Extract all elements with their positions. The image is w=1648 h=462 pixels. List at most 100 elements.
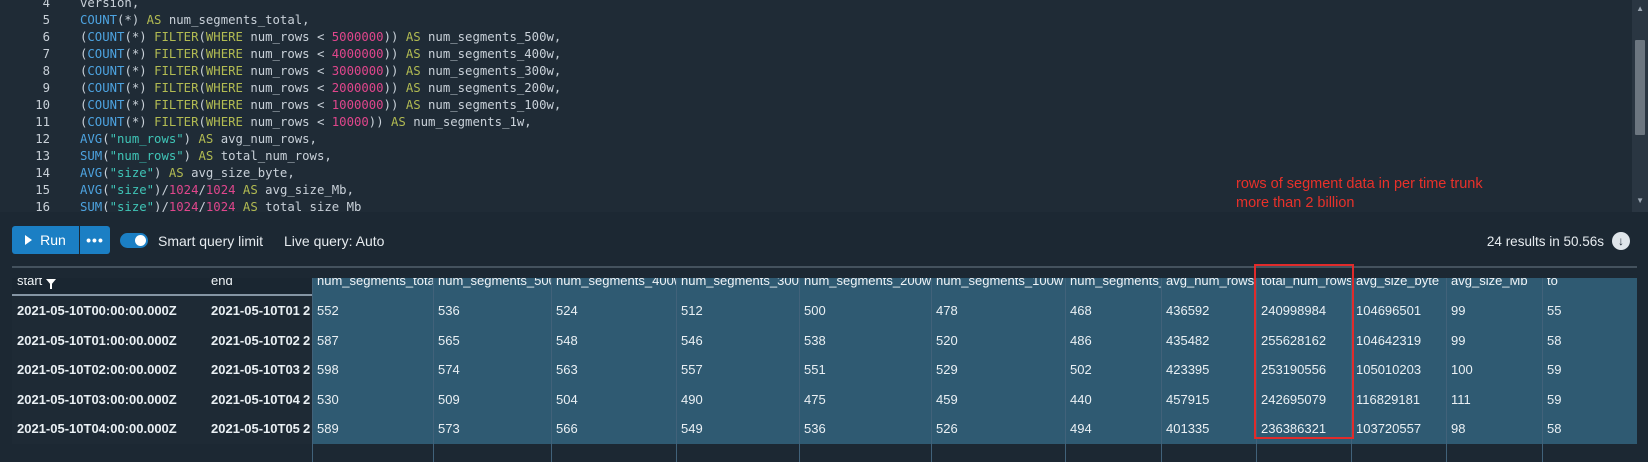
code-token: COUNT [87, 115, 125, 129]
table-cell: 490 [676, 384, 799, 415]
cell-text: 546 [681, 332, 703, 348]
code-token: num_segments_400w, [420, 47, 562, 61]
code-token: / [198, 183, 206, 197]
table-cell: 59 [1542, 355, 1637, 385]
code-text: AVG("num_rows") AS avg_num_rows, [80, 131, 317, 148]
table-cell: 557 [676, 355, 799, 385]
column-divider [931, 278, 932, 462]
code-token: "num_rows" [109, 149, 184, 163]
divider [12, 266, 1637, 268]
column-header[interactable]: to [1542, 278, 1637, 296]
code-token: FILTER [154, 47, 199, 61]
code-token: "size" [109, 166, 155, 180]
column-header[interactable]: num_segments_500 [433, 278, 551, 296]
code-token: num_rows < [242, 98, 332, 112]
column-divider [799, 278, 800, 462]
cell-text: 2021-05-10T03 [211, 362, 300, 377]
column-header[interactable]: avg_size_byte [1351, 278, 1446, 296]
cell-text: 99 [1451, 303, 1466, 318]
cell-text: 530 [317, 391, 339, 407]
cell-text: num_segments_total [317, 278, 433, 288]
table-cell: 468 [1065, 296, 1161, 326]
cell-text: 103720557 [1356, 421, 1422, 436]
column-header[interactable]: avg_size_Mb [1446, 278, 1542, 296]
cell-text: 2021-05-10T04 [211, 391, 300, 407]
cell-text: 504 [556, 391, 578, 407]
line-number: 6 [42, 30, 50, 44]
code-token: AS [198, 149, 214, 163]
column-header[interactable]: num_segments_total [312, 278, 433, 296]
column-header[interactable]: num_segments_ [1065, 278, 1161, 296]
code-text: version, [80, 0, 139, 12]
code-token: AS [405, 98, 421, 112]
code-token: ( [102, 166, 110, 180]
code-token: num_segments_100w, [420, 98, 562, 112]
cell-text: 502 [1070, 362, 1092, 377]
table-cell: 530 [312, 384, 433, 415]
table-cell: 565 [433, 325, 551, 356]
table-cell: 423395 [1161, 355, 1256, 385]
column-header[interactable]: num_segments_400w [551, 278, 676, 296]
code-token: AS [242, 183, 258, 197]
cell-text: 475 [804, 391, 826, 407]
table-cell: 475 [799, 384, 931, 415]
line-number: 7 [42, 47, 50, 61]
cell-text: 494 [1070, 421, 1092, 436]
table-cell: 549 [676, 414, 799, 444]
code-token: ( [198, 30, 206, 44]
cell-text: avg_size_Mb [1451, 278, 1528, 288]
table-cell: 98 [1446, 414, 1542, 444]
run-button[interactable]: Run [12, 226, 79, 254]
sql-editor[interactable]: 4 version, 5 COUNT(*) AS num_segments_total… [0, 0, 1648, 212]
code-token: total_size_Mb [257, 200, 362, 212]
more-options-button[interactable]: ••• [80, 226, 110, 254]
table-cell: 529 [931, 355, 1065, 385]
column-header[interactable]: avg_num_rows [1161, 278, 1256, 296]
table-cell: 105010203 [1351, 355, 1446, 385]
highlight-box [1254, 264, 1354, 439]
table-cell: 2021-05-10T01:00:00.000Z [12, 325, 206, 356]
code-token: )) [383, 98, 406, 112]
code-token: AS [405, 64, 421, 78]
download-icon[interactable]: ↓ [1612, 232, 1630, 250]
live-query-selector[interactable]: Live query: Auto [284, 233, 384, 249]
smart-query-toggle[interactable] [120, 233, 148, 248]
table-row: 2021-05-10T03:00:00.000Z 2021-05-10T04 2 53… [12, 384, 1637, 415]
table-cell: 500 [799, 296, 931, 326]
table-cell: 2 [302, 296, 312, 326]
filter-icon[interactable] [46, 278, 57, 289]
editor-scrollbar[interactable]: ▲ ▼ [1632, 0, 1648, 212]
code-token: COUNT [87, 81, 125, 95]
cell-text: 2 [303, 421, 311, 436]
table-cell: 486 [1065, 325, 1161, 356]
code-token: 1024 [205, 200, 236, 212]
cell-text: 2021-05-10T01:00:00.000Z [17, 332, 177, 348]
column-header[interactable]: num_segments_300w [676, 278, 799, 296]
code-token: AVG [80, 132, 103, 146]
code-token: ) [154, 166, 169, 180]
red-annotation: rows of segment data in per time trunk m… [1236, 175, 1483, 212]
table-cell: 2 [302, 384, 312, 415]
cell-text: 436592 [1166, 303, 1210, 318]
code-token: ) [183, 149, 199, 163]
code-token: FILTER [154, 98, 199, 112]
cell-text: 552 [317, 303, 339, 318]
scroll-down-arrow-icon[interactable]: ▼ [1636, 196, 1644, 205]
editor-scroll-thumb[interactable] [1635, 40, 1645, 135]
table-cell: 538 [799, 325, 931, 356]
code-token: version, [80, 0, 140, 10]
column-header[interactable]: num_segments_200w [799, 278, 931, 296]
code-token: AS [405, 81, 421, 95]
code-token: FILTER [154, 64, 199, 78]
cell-text: 2021-05-10T03:00:00.000Z [17, 391, 177, 407]
scroll-up-arrow-icon[interactable]: ▲ [1636, 4, 1644, 13]
code-token: )/ [154, 183, 169, 197]
results-summary: 24 results in 50.56s [1486, 234, 1604, 249]
column-divider [1446, 278, 1447, 462]
code-token: 1000000 [331, 98, 384, 112]
cell-text: end [211, 278, 233, 288]
code-token: (*) [124, 64, 155, 78]
column-header[interactable]: num_segments_100w [931, 278, 1065, 296]
table-row: 2021-05-10T00:00:00.000Z 2021-05-10T01 2 55… [12, 296, 1637, 326]
code-token: 5000000 [331, 30, 384, 44]
